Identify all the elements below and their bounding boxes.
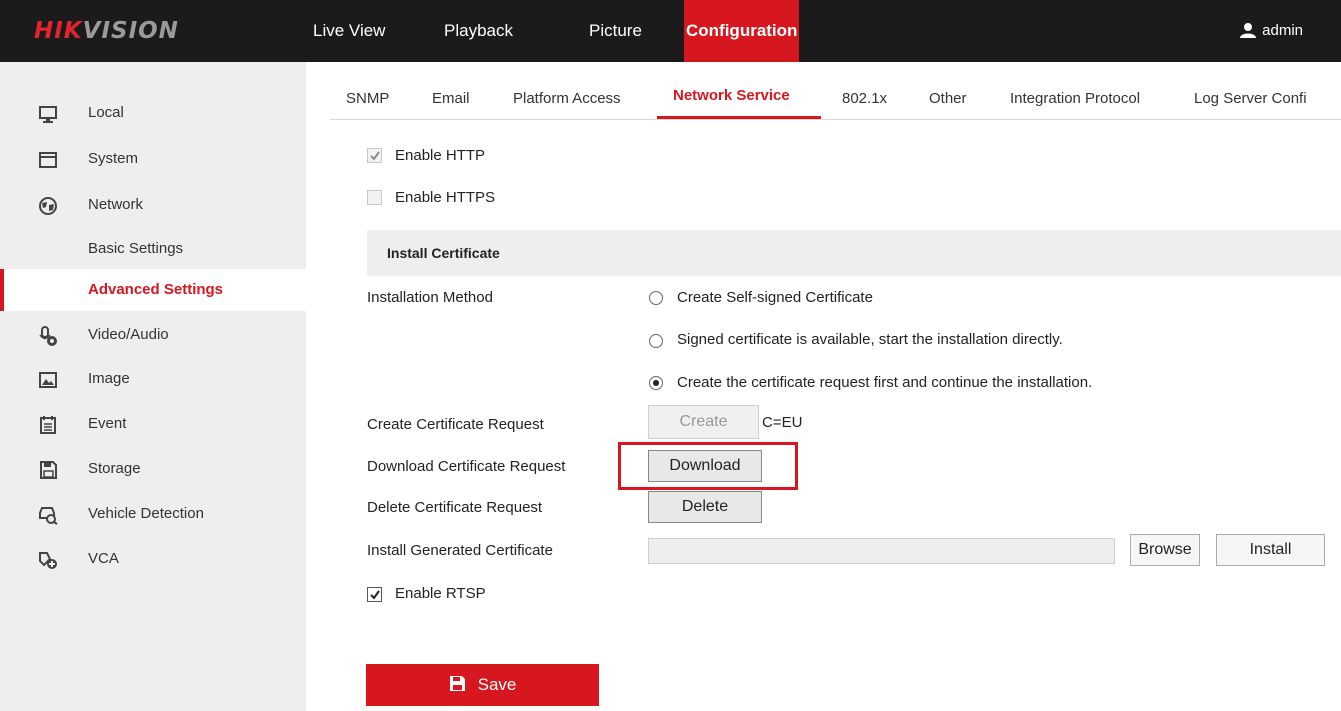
sidebar-item-network[interactable]: Network bbox=[0, 184, 306, 226]
check-icon bbox=[370, 151, 380, 161]
installation-method-label: Installation Method bbox=[367, 289, 493, 306]
sidebar: Local System Network Basic Settings Adva… bbox=[0, 62, 306, 711]
tab-other[interactable]: Other bbox=[929, 90, 967, 107]
install-button[interactable]: Install bbox=[1216, 534, 1325, 566]
top-bar: HIKVISION Live View Playback Picture Con… bbox=[0, 0, 1341, 62]
user-name: admin bbox=[1262, 22, 1303, 39]
save-button[interactable]: Save bbox=[366, 664, 599, 706]
download-request-label: Download Certificate Request bbox=[367, 458, 566, 475]
delete-button[interactable]: Delete bbox=[648, 491, 762, 523]
radio-signed-available-label: Signed certificate is available, start t… bbox=[677, 331, 1063, 348]
sidebar-item-label: Vehicle Detection bbox=[88, 505, 204, 522]
radio-signed-available[interactable] bbox=[649, 334, 663, 348]
section-title: Install Certificate bbox=[387, 245, 500, 261]
save-button-label: Save bbox=[477, 675, 517, 694]
hikvision-logo: HIKVISION bbox=[34, 18, 179, 44]
sidebar-item-label: VCA bbox=[88, 550, 119, 567]
check-icon bbox=[370, 590, 380, 600]
car-search-icon bbox=[39, 507, 58, 525]
enable-https-label: Enable HTTPS bbox=[395, 189, 496, 206]
sidebar-item-label: Video/Audio bbox=[88, 326, 169, 343]
nav-picture[interactable]: Picture bbox=[589, 0, 642, 62]
calendar-icon bbox=[40, 416, 56, 434]
sidebar-item-label: Image bbox=[88, 370, 130, 387]
monitor-icon bbox=[39, 106, 57, 123]
tab-802-1x[interactable]: 802.1x bbox=[842, 90, 887, 107]
floppy-icon bbox=[40, 461, 57, 479]
enable-rtsp-label: Enable RTSP bbox=[395, 585, 486, 602]
user-menu[interactable]: admin bbox=[1240, 0, 1303, 62]
globe-icon bbox=[39, 197, 57, 215]
create-request-value: C=EU bbox=[762, 414, 803, 431]
sidebar-item-basic-settings[interactable]: Basic Settings bbox=[0, 228, 306, 270]
delete-request-label: Delete Certificate Request bbox=[367, 499, 543, 516]
sidebar-item-storage[interactable]: Storage bbox=[0, 448, 306, 490]
sidebar-item-label: System bbox=[88, 150, 139, 167]
sidebar-item-label: Network bbox=[88, 196, 144, 213]
window-icon bbox=[39, 152, 57, 168]
sidebar-item-label: Storage bbox=[88, 460, 141, 477]
browse-button[interactable]: Browse bbox=[1130, 534, 1200, 566]
radio-self-signed-label: Create Self-signed Certificate bbox=[677, 289, 873, 306]
sidebar-item-label: Advanced Settings bbox=[88, 281, 224, 298]
user-icon bbox=[1240, 22, 1257, 38]
sidebar-item-system[interactable]: System bbox=[0, 138, 306, 180]
tab-log-server-config[interactable]: Log Server Confi bbox=[1194, 90, 1307, 107]
highlight-box bbox=[618, 442, 798, 490]
tab-platform-access[interactable]: Platform Access bbox=[513, 90, 621, 107]
sidebar-item-label: Local bbox=[88, 104, 124, 121]
tab-integration-protocol[interactable]: Integration Protocol bbox=[1010, 90, 1140, 107]
radio-self-signed[interactable] bbox=[649, 291, 663, 305]
vca-icon bbox=[39, 552, 57, 569]
enable-rtsp-checkbox[interactable] bbox=[367, 587, 382, 602]
nav-playback[interactable]: Playback bbox=[444, 0, 513, 62]
sidebar-item-video-audio[interactable]: Video/Audio bbox=[0, 314, 306, 356]
active-tab-indicator bbox=[657, 116, 821, 119]
floppy-icon bbox=[449, 676, 465, 692]
sidebar-item-event[interactable]: Event bbox=[0, 403, 306, 445]
sidebar-item-label: Basic Settings bbox=[88, 240, 184, 257]
sidebar-item-local[interactable]: Local bbox=[0, 92, 306, 134]
tab-network-service[interactable]: Network Service bbox=[673, 87, 790, 104]
tab-email[interactable]: Email bbox=[432, 90, 470, 107]
image-icon bbox=[39, 372, 57, 388]
sidebar-item-image[interactable]: Image bbox=[0, 358, 306, 400]
create-request-label: Create Certificate Request bbox=[367, 416, 544, 433]
install-generated-label: Install Generated Certificate bbox=[367, 542, 553, 559]
microphone-icon bbox=[39, 326, 57, 346]
create-button[interactable]: Create bbox=[648, 405, 759, 439]
config-tabs: SNMP Email Platform Access Network Servi… bbox=[330, 62, 1341, 120]
sidebar-item-vca[interactable]: VCA bbox=[0, 538, 306, 580]
sidebar-item-advanced-settings[interactable]: Advanced Settings bbox=[0, 269, 306, 311]
enable-https-checkbox[interactable] bbox=[367, 190, 382, 205]
enable-http-checkbox[interactable] bbox=[367, 148, 382, 163]
sidebar-item-label: Event bbox=[88, 415, 127, 432]
enable-http-label: Enable HTTP bbox=[395, 147, 486, 164]
sidebar-item-vehicle-detection[interactable]: Vehicle Detection bbox=[0, 493, 306, 535]
certificate-file-input[interactable] bbox=[648, 538, 1115, 564]
install-certificate-header: Install Certificate bbox=[367, 230, 1341, 276]
radio-create-request-first[interactable] bbox=[649, 376, 663, 390]
nav-configuration[interactable]: Configuration bbox=[684, 0, 800, 62]
tab-snmp[interactable]: SNMP bbox=[346, 90, 389, 107]
radio-create-request-first-label: Create the certificate request first and… bbox=[677, 374, 1093, 391]
nav-live-view[interactable]: Live View bbox=[313, 0, 385, 62]
